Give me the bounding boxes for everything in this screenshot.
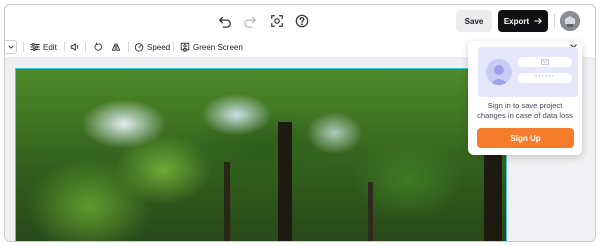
screen-capture-icon[interactable]: [268, 12, 286, 30]
top-bar: Save Export: [5, 5, 595, 37]
toolbar-divider: [85, 42, 86, 52]
password-field-illustration: ******: [518, 73, 572, 83]
video-preview[interactable]: [15, 68, 507, 241]
edit-button[interactable]: Edit: [30, 40, 57, 54]
rotate-button[interactable]: [94, 40, 104, 54]
toolbar-dropdown[interactable]: [5, 40, 17, 54]
export-button-label: Export: [503, 16, 530, 26]
help-icon[interactable]: [293, 12, 311, 30]
speed-button[interactable]: Speed: [134, 40, 170, 54]
rotate-icon: [94, 42, 103, 51]
save-button-label: Save: [464, 16, 484, 26]
save-button[interactable]: Save: [456, 10, 492, 32]
divider: [554, 14, 555, 28]
volume-button[interactable]: [70, 40, 80, 54]
flip-icon: [111, 43, 121, 51]
tree-trunk: [224, 162, 230, 241]
toolbar-divider: [173, 42, 174, 52]
user-avatar[interactable]: [560, 11, 580, 31]
signin-illustration: ******: [478, 47, 578, 97]
user-silhouette-icon: [486, 59, 512, 85]
sliders-icon: [30, 43, 40, 51]
arrow-right-icon: [534, 18, 542, 24]
export-button[interactable]: Export: [498, 10, 548, 32]
green-screen-label: Green Screen: [193, 42, 243, 52]
signin-popover: ****** Sign in to save project changes i…: [468, 41, 582, 155]
mail-icon: [541, 59, 549, 65]
avatar-icon: [560, 11, 580, 31]
speedometer-icon: [134, 43, 144, 52]
email-field-illustration: [518, 57, 572, 67]
green-screen-icon: [180, 42, 190, 52]
chevron-down-icon: [7, 45, 14, 49]
toolbar-divider: [128, 42, 129, 52]
sign-up-label: Sign Up: [510, 133, 541, 143]
flip-button[interactable]: [111, 40, 121, 54]
tree-trunk: [368, 182, 373, 241]
volume-icon: [70, 43, 79, 51]
app-window: Save Export Edit Speed Green Screen ****…: [4, 4, 596, 242]
tree-trunk: [278, 122, 292, 241]
signin-message: Sign in to save project changes in case …: [477, 101, 573, 120]
edit-label: Edit: [43, 42, 57, 52]
toolbar-divider: [64, 42, 65, 52]
toolbar-divider: [23, 42, 24, 52]
password-mask: ******: [534, 75, 555, 81]
sign-up-button[interactable]: Sign Up: [477, 128, 574, 148]
undo-icon[interactable]: [216, 12, 234, 30]
green-screen-button[interactable]: Green Screen: [180, 40, 243, 54]
speed-label: Speed: [147, 42, 171, 52]
redo-icon[interactable]: [241, 12, 259, 30]
